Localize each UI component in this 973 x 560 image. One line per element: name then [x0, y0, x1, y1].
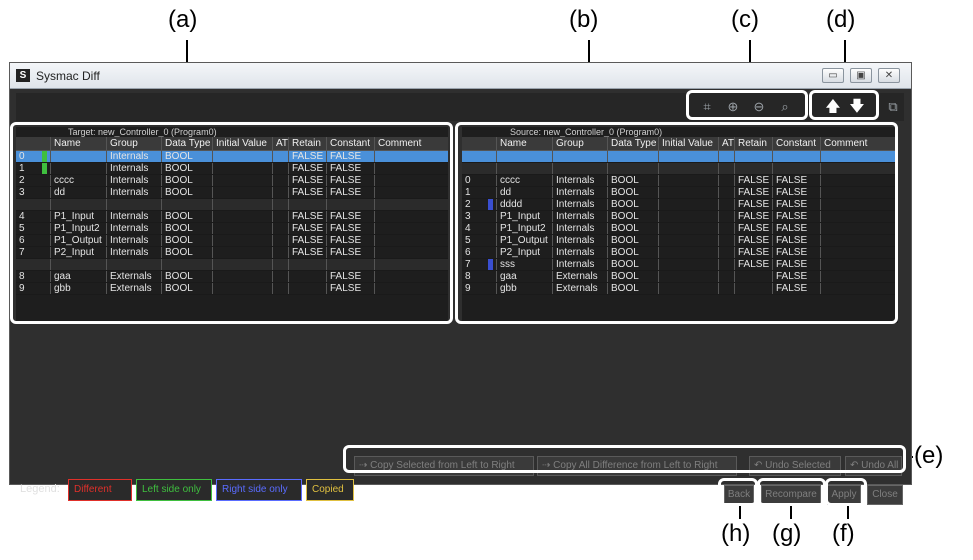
legend-copied: Copied [306, 479, 354, 501]
highlight-a [10, 122, 453, 324]
close-button[interactable]: Close [867, 485, 903, 505]
callout-f: (f) [832, 520, 855, 547]
close-window-button[interactable]: ✕ [878, 68, 900, 83]
minimize-button[interactable]: ▭ [822, 68, 844, 83]
legend-label: Legend: [20, 483, 60, 495]
callout-b: (b) [569, 6, 599, 33]
legend-left-side-only: Left side only [136, 479, 212, 501]
callout-h: (h) [721, 520, 751, 547]
callout-e: (e) [914, 442, 944, 469]
title-bar: S Sysmac Diff ▭ ▣ ✕ [10, 63, 911, 89]
highlight-h [718, 478, 758, 506]
highlight-g [757, 478, 826, 506]
maximize-button[interactable]: ▣ [850, 68, 872, 83]
window-title: Sysmac Diff [36, 69, 100, 83]
highlight-d [809, 90, 879, 120]
callout-c: (c) [731, 6, 759, 33]
callout-a: (a) [168, 6, 198, 33]
legend-right-side-only: Right side only [216, 479, 302, 501]
highlight-e [343, 445, 906, 473]
highlight-f [825, 478, 867, 506]
legend-different: Different [68, 479, 132, 501]
sysmac-icon: S [16, 69, 30, 82]
highlight-b [455, 122, 898, 324]
highlight-c [686, 90, 808, 120]
callout-d: (d) [826, 6, 856, 33]
export-icon[interactable]: ⧉ [884, 99, 902, 115]
callout-g: (g) [772, 520, 802, 547]
